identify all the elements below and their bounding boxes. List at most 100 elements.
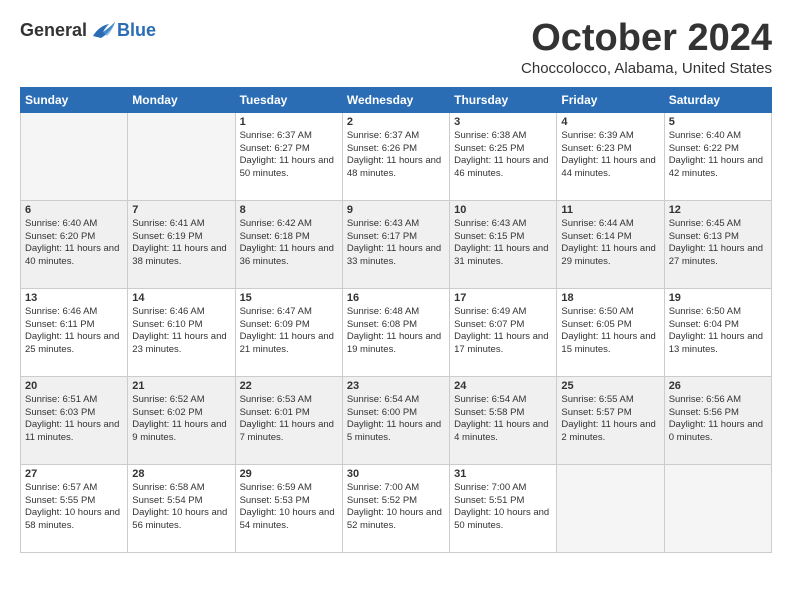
day-info: Sunrise: 6:54 AM Sunset: 5:58 PM Dayligh… bbox=[454, 394, 552, 445]
day-number: 20 bbox=[25, 380, 123, 392]
day-number: 8 bbox=[240, 204, 338, 216]
day-info: Sunrise: 6:37 AM Sunset: 6:27 PM Dayligh… bbox=[240, 130, 338, 181]
calendar-cell bbox=[557, 464, 664, 552]
week-row-4: 27 Sunrise: 6:57 AM Sunset: 5:55 PM Dayli… bbox=[21, 464, 772, 552]
calendar-cell: 26 Sunrise: 6:56 AM Sunset: 5:56 PM Dayli… bbox=[664, 376, 771, 464]
day-info: Sunrise: 6:51 AM Sunset: 6:03 PM Dayligh… bbox=[25, 394, 123, 445]
calendar-cell: 10Sunrise: 6:43 AM Sunset: 6:15 PM Dayli… bbox=[450, 200, 557, 288]
day-number: 7 bbox=[132, 204, 230, 216]
day-number: 3 bbox=[454, 116, 552, 128]
calendar-cell: 2Sunrise: 6:37 AM Sunset: 6:26 PM Daylig… bbox=[342, 112, 449, 200]
calendar-cell: 4 Sunrise: 6:39 AM Sunset: 6:23 PM Daylig… bbox=[557, 112, 664, 200]
day-number: 18 bbox=[561, 292, 659, 304]
day-number: 15 bbox=[240, 292, 338, 304]
header-friday: Friday bbox=[557, 87, 664, 112]
day-info: Sunrise: 6:37 AM Sunset: 6:26 PM Dayligh… bbox=[347, 130, 445, 181]
day-number: 17 bbox=[454, 292, 552, 304]
calendar-cell: 14 Sunrise: 6:46 AM Sunset: 6:10 PM Dayli… bbox=[128, 288, 235, 376]
day-number: 30 bbox=[347, 468, 445, 480]
header-tuesday: Tuesday bbox=[235, 87, 342, 112]
day-info: Sunrise: 6:50 AM Sunset: 6:05 PM Dayligh… bbox=[561, 306, 659, 357]
month-title: October 2024 bbox=[521, 18, 772, 60]
day-number: 5 bbox=[669, 116, 767, 128]
day-info: Sunrise: 6:52 AM Sunset: 6:02 PM Dayligh… bbox=[132, 394, 230, 445]
day-info: Sunrise: 6:59 AM Sunset: 5:53 PM Dayligh… bbox=[240, 482, 338, 533]
day-info: Sunrise: 6:47 AM Sunset: 6:09 PM Dayligh… bbox=[240, 306, 338, 357]
header-monday: Monday bbox=[128, 87, 235, 112]
calendar-cell: 23Sunrise: 6:54 AM Sunset: 6:00 PM Dayli… bbox=[342, 376, 449, 464]
calendar-cell: 18 Sunrise: 6:50 AM Sunset: 6:05 PM Dayli… bbox=[557, 288, 664, 376]
calendar-cell bbox=[664, 464, 771, 552]
day-number: 16 bbox=[347, 292, 445, 304]
calendar-cell: 15 Sunrise: 6:47 AM Sunset: 6:09 PM Dayli… bbox=[235, 288, 342, 376]
calendar-cell: 30 Sunrise: 7:00 AM Sunset: 5:52 PM Dayli… bbox=[342, 464, 449, 552]
day-number: 11 bbox=[561, 204, 659, 216]
day-number: 19 bbox=[669, 292, 767, 304]
day-info: Sunrise: 6:54 AM Sunset: 6:00 PM Dayligh… bbox=[347, 394, 445, 445]
calendar-table: SundayMondayTuesdayWednesdayThursdayFrid… bbox=[20, 87, 772, 553]
calendar-cell: 8 Sunrise: 6:42 AM Sunset: 6:18 PM Daylig… bbox=[235, 200, 342, 288]
day-info: Sunrise: 6:55 AM Sunset: 5:57 PM Dayligh… bbox=[561, 394, 659, 445]
calendar-cell: 31 Sunrise: 7:00 AM Sunset: 5:51 PM Dayli… bbox=[450, 464, 557, 552]
week-row-0: 1Sunrise: 6:37 AM Sunset: 6:27 PM Daylig… bbox=[21, 112, 772, 200]
header-sunday: Sunday bbox=[21, 87, 128, 112]
day-info: Sunrise: 7:00 AM Sunset: 5:51 PM Dayligh… bbox=[454, 482, 552, 533]
calendar-cell: 20 Sunrise: 6:51 AM Sunset: 6:03 PM Dayli… bbox=[21, 376, 128, 464]
day-number: 13 bbox=[25, 292, 123, 304]
day-number: 12 bbox=[669, 204, 767, 216]
day-number: 14 bbox=[132, 292, 230, 304]
day-number: 28 bbox=[132, 468, 230, 480]
day-info: Sunrise: 6:42 AM Sunset: 6:18 PM Dayligh… bbox=[240, 218, 338, 269]
day-number: 27 bbox=[25, 468, 123, 480]
day-info: Sunrise: 6:40 AM Sunset: 6:22 PM Dayligh… bbox=[669, 130, 767, 181]
calendar-cell: 16 Sunrise: 6:48 AM Sunset: 6:08 PM Dayli… bbox=[342, 288, 449, 376]
calendar-cell: 21 Sunrise: 6:52 AM Sunset: 6:02 PM Dayli… bbox=[128, 376, 235, 464]
day-number: 26 bbox=[669, 380, 767, 392]
calendar-cell bbox=[21, 112, 128, 200]
day-info: Sunrise: 7:00 AM Sunset: 5:52 PM Dayligh… bbox=[347, 482, 445, 533]
day-number: 4 bbox=[561, 116, 659, 128]
calendar-cell: 9 Sunrise: 6:43 AM Sunset: 6:17 PM Daylig… bbox=[342, 200, 449, 288]
logo-blue-text: Blue bbox=[117, 20, 156, 41]
calendar-cell: 6Sunrise: 6:40 AM Sunset: 6:20 PM Daylig… bbox=[21, 200, 128, 288]
calendar-cell: 25 Sunrise: 6:55 AM Sunset: 5:57 PM Dayli… bbox=[557, 376, 664, 464]
day-info: Sunrise: 6:45 AM Sunset: 6:13 PM Dayligh… bbox=[669, 218, 767, 269]
day-number: 24 bbox=[454, 380, 552, 392]
calendar-body: 1Sunrise: 6:37 AM Sunset: 6:27 PM Daylig… bbox=[21, 112, 772, 552]
location: Choccolocco, Alabama, United States bbox=[521, 60, 772, 77]
calendar-cell: 3Sunrise: 6:38 AM Sunset: 6:25 PM Daylig… bbox=[450, 112, 557, 200]
calendar-cell: 29 Sunrise: 6:59 AM Sunset: 5:53 PM Dayli… bbox=[235, 464, 342, 552]
day-info: Sunrise: 6:44 AM Sunset: 6:14 PM Dayligh… bbox=[561, 218, 659, 269]
day-number: 29 bbox=[240, 468, 338, 480]
day-number: 21 bbox=[132, 380, 230, 392]
day-info: Sunrise: 6:39 AM Sunset: 6:23 PM Dayligh… bbox=[561, 130, 659, 181]
calendar-cell: 24 Sunrise: 6:54 AM Sunset: 5:58 PM Dayli… bbox=[450, 376, 557, 464]
week-row-2: 13 Sunrise: 6:46 AM Sunset: 6:11 PM Dayli… bbox=[21, 288, 772, 376]
calendar-cell: 17Sunrise: 6:49 AM Sunset: 6:07 PM Dayli… bbox=[450, 288, 557, 376]
week-row-3: 20 Sunrise: 6:51 AM Sunset: 6:03 PM Dayli… bbox=[21, 376, 772, 464]
calendar-cell: 13 Sunrise: 6:46 AM Sunset: 6:11 PM Dayli… bbox=[21, 288, 128, 376]
day-info: Sunrise: 6:53 AM Sunset: 6:01 PM Dayligh… bbox=[240, 394, 338, 445]
logo-bird-icon bbox=[89, 18, 117, 42]
day-info: Sunrise: 6:57 AM Sunset: 5:55 PM Dayligh… bbox=[25, 482, 123, 533]
day-number: 9 bbox=[347, 204, 445, 216]
calendar-cell: 19Sunrise: 6:50 AM Sunset: 6:04 PM Dayli… bbox=[664, 288, 771, 376]
day-info: Sunrise: 6:56 AM Sunset: 5:56 PM Dayligh… bbox=[669, 394, 767, 445]
day-number: 31 bbox=[454, 468, 552, 480]
day-info: Sunrise: 6:48 AM Sunset: 6:08 PM Dayligh… bbox=[347, 306, 445, 357]
day-info: Sunrise: 6:41 AM Sunset: 6:19 PM Dayligh… bbox=[132, 218, 230, 269]
calendar-cell: 27 Sunrise: 6:57 AM Sunset: 5:55 PM Dayli… bbox=[21, 464, 128, 552]
day-info: Sunrise: 6:43 AM Sunset: 6:17 PM Dayligh… bbox=[347, 218, 445, 269]
day-info: Sunrise: 6:46 AM Sunset: 6:11 PM Dayligh… bbox=[25, 306, 123, 357]
calendar-cell: 28 Sunrise: 6:58 AM Sunset: 5:54 PM Dayli… bbox=[128, 464, 235, 552]
day-number: 6 bbox=[25, 204, 123, 216]
header-wednesday: Wednesday bbox=[342, 87, 449, 112]
title-area: October 2024 Choccolocco, Alabama, Unite… bbox=[521, 18, 772, 77]
day-info: Sunrise: 6:58 AM Sunset: 5:54 PM Dayligh… bbox=[132, 482, 230, 533]
header: General Blue October 2024 Choccolocco, A… bbox=[20, 18, 772, 77]
calendar-cell: 1Sunrise: 6:37 AM Sunset: 6:27 PM Daylig… bbox=[235, 112, 342, 200]
week-row-1: 6Sunrise: 6:40 AM Sunset: 6:20 PM Daylig… bbox=[21, 200, 772, 288]
calendar-cell: 5 Sunrise: 6:40 AM Sunset: 6:22 PM Daylig… bbox=[664, 112, 771, 200]
day-info: Sunrise: 6:46 AM Sunset: 6:10 PM Dayligh… bbox=[132, 306, 230, 357]
day-number: 25 bbox=[561, 380, 659, 392]
